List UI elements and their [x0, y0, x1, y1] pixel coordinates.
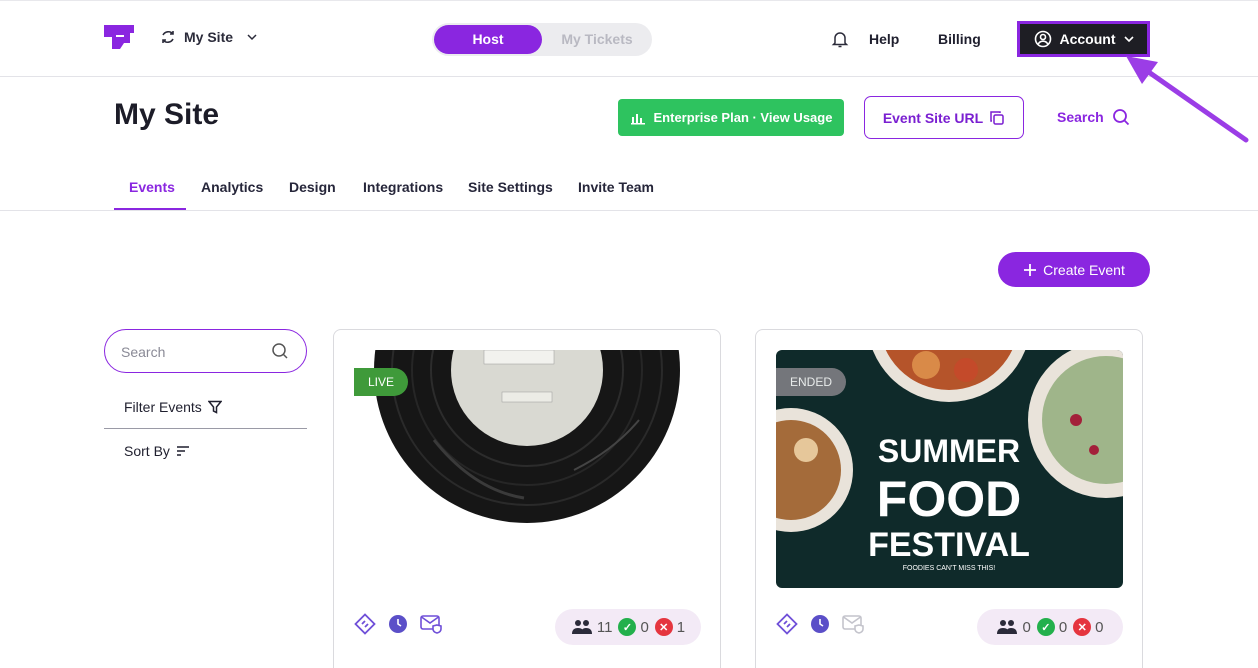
tab-events[interactable]: Events: [129, 179, 175, 195]
approved-count: 0: [1058, 618, 1068, 636]
plus-icon: [1024, 263, 1037, 276]
event-stats: 11 ✓ 0 ✕ 1: [555, 609, 701, 645]
active-tab-indicator: [114, 208, 186, 210]
mail-shield-icon[interactable]: [842, 614, 866, 634]
chevron-down-icon: [247, 34, 257, 41]
x-circle-icon: ✕: [1073, 618, 1092, 636]
filter-events-button[interactable]: Filter Events: [124, 399, 222, 415]
refresh-icon: [162, 30, 174, 44]
event-status-badge: ENDED: [776, 368, 847, 396]
poster-line-2: FOOD: [877, 471, 1021, 527]
site-name: My Site: [184, 29, 234, 45]
check-circle-icon: ✓: [618, 618, 637, 636]
event-status-badge: LIVE: [354, 368, 409, 396]
event-card[interactable]: SUMMER FOOD FESTIVAL FOODIES CAN'T MISS …: [755, 329, 1143, 668]
event-card-icons: [776, 613, 866, 635]
attendees-stat: 0: [996, 618, 1031, 636]
filter-divider: [104, 428, 307, 429]
attendees-count: 0: [1022, 618, 1031, 636]
mail-shield-icon[interactable]: [420, 614, 444, 634]
my-tickets-toggle-option[interactable]: My Tickets: [544, 25, 650, 54]
event-card[interactable]: LIVE 11 ✓ 0 ✕ 1: [333, 329, 721, 668]
attendees-count: 11: [596, 618, 613, 636]
account-button[interactable]: Account: [1017, 21, 1150, 57]
sort-icon: [176, 446, 189, 456]
ticket-icon[interactable]: [354, 613, 376, 635]
users-icon: [571, 620, 592, 634]
page-title: My Site: [114, 98, 220, 131]
approved-count: 0: [640, 618, 649, 636]
clock-icon[interactable]: [388, 614, 408, 634]
clock-icon[interactable]: [810, 614, 830, 634]
sort-by-label: Sort By: [124, 443, 170, 459]
help-link[interactable]: Help: [869, 31, 899, 47]
declined-count: 1: [676, 618, 686, 636]
header-search-link[interactable]: Search: [1057, 108, 1130, 126]
filter-icon: [207, 400, 222, 414]
tab-design[interactable]: Design: [289, 179, 336, 195]
tab-site-settings[interactable]: Site Settings: [468, 179, 553, 195]
mode-toggle: Host My Tickets: [432, 23, 652, 56]
plan-button-label: Enterprise Plan · View Usage: [653, 110, 833, 125]
declined-stat: ✕ 1: [654, 618, 686, 636]
tab-bar: Events Analytics Design Integrations Sit…: [0, 165, 1258, 211]
chevron-down-icon: [1123, 36, 1134, 43]
approved-stat: ✓ 0: [1036, 618, 1068, 636]
enterprise-plan-button[interactable]: Enterprise Plan · View Usage: [618, 99, 844, 136]
site-switcher[interactable]: My Site: [160, 29, 257, 45]
event-card-icons: [354, 613, 444, 635]
ticket-icon[interactable]: [776, 613, 798, 635]
event-stats: 0 ✓ 0 ✕ 0: [977, 609, 1123, 645]
host-toggle-option[interactable]: Host: [434, 25, 542, 54]
filter-events-label: Filter Events: [124, 399, 202, 415]
tab-analytics[interactable]: Analytics: [201, 179, 263, 195]
tab-invite-team[interactable]: Invite Team: [578, 179, 654, 195]
account-label: Account: [1059, 31, 1116, 47]
x-circle-icon: ✕: [654, 618, 673, 636]
sort-by-button[interactable]: Sort By: [124, 443, 190, 459]
create-event-button[interactable]: Create Event: [998, 252, 1150, 287]
search-icon: [1112, 109, 1129, 126]
page: My Site Host My Tickets Help Billing Acc…: [0, 0, 1258, 668]
ticket-logo-icon[interactable]: [102, 23, 136, 51]
poster-tagline: FOODIES CAN'T MISS THIS!: [903, 565, 996, 572]
event-site-url-button[interactable]: Event Site URL: [864, 96, 1024, 139]
event-search-box: [104, 329, 307, 373]
bell-icon[interactable]: [830, 29, 850, 49]
user-circle-icon: [1034, 30, 1051, 48]
check-circle-icon: ✓: [1036, 618, 1055, 636]
declined-stat: ✕ 0: [1073, 618, 1104, 636]
tab-integrations[interactable]: Integrations: [363, 179, 443, 195]
search-link-label: Search: [1057, 109, 1104, 125]
copy-icon: [990, 110, 1004, 125]
declined-count: 0: [1095, 618, 1104, 636]
poster-line-1: SUMMER: [878, 433, 1020, 469]
url-button-label: Event Site URL: [882, 109, 984, 126]
approved-stat: ✓ 0: [618, 618, 649, 636]
billing-link[interactable]: Billing: [938, 31, 981, 47]
search-icon[interactable]: [271, 342, 289, 360]
poster-line-3: FESTIVAL: [868, 526, 1030, 564]
attendees-stat: 11: [571, 618, 613, 636]
create-event-label: Create Event: [1043, 261, 1125, 278]
top-bar: My Site Host My Tickets Help Billing Acc…: [0, 0, 1258, 77]
bar-chart-icon: [630, 113, 645, 124]
event-search-input[interactable]: [121, 342, 271, 362]
users-icon: [997, 620, 1018, 634]
